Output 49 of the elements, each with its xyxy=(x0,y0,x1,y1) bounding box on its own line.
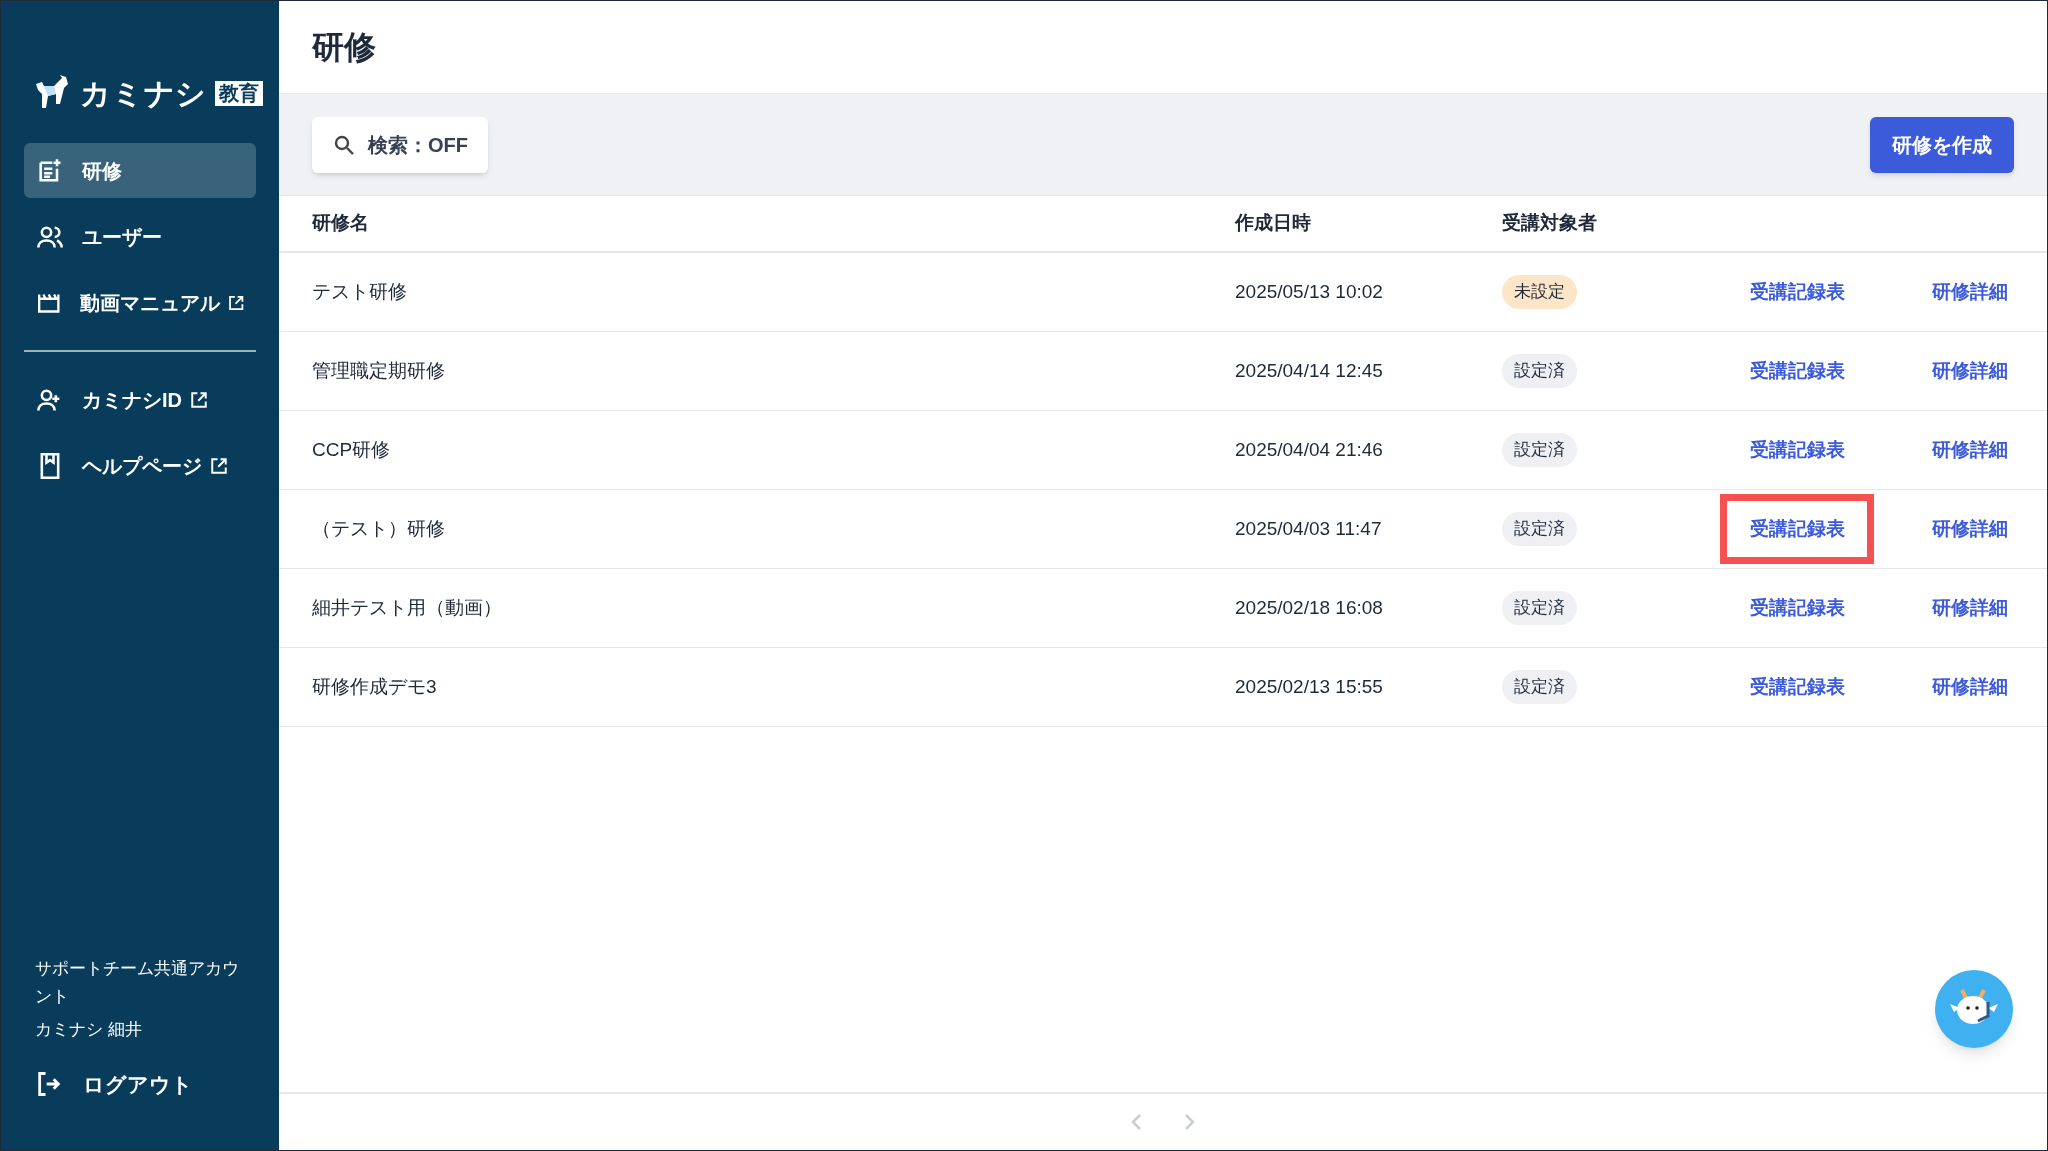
training-detail-link[interactable]: 研修詳細 xyxy=(1931,514,2008,544)
training-name: 研修作成デモ3 xyxy=(312,675,437,697)
logout-button[interactable]: ログアウト xyxy=(35,1068,245,1100)
sidebar-item[interactable]: ヘルプページ xyxy=(24,438,256,493)
training-detail-link[interactable]: 研修詳細 xyxy=(1931,277,2008,307)
training-name: 細井テスト用（動画） xyxy=(312,596,502,618)
created-date: 2025/02/18 16:08 xyxy=(1235,596,1383,618)
attendance-record-link[interactable]: 受講記録表 xyxy=(1720,257,1874,327)
audience-status-badge: 設定済 xyxy=(1502,512,1577,546)
page-title: 研修 xyxy=(312,28,376,67)
attendance-record-link[interactable]: 受講記録表 xyxy=(1720,573,1874,643)
account-team-name: サポートチーム共通アカウント xyxy=(35,958,240,1008)
audience-status-badge: 未設定 xyxy=(1502,275,1577,309)
logo-badge: 教育 xyxy=(215,80,263,106)
training-name: CCP研修 xyxy=(312,438,391,460)
training-name: 管理職定期研修 xyxy=(312,359,445,381)
account-user-name: カミナシ 細井 xyxy=(35,1019,143,1041)
document-plus-icon xyxy=(36,156,64,185)
column-header: 受講対象者 xyxy=(1502,211,1598,236)
training-detail-link[interactable]: 研修詳細 xyxy=(1931,435,2008,465)
column-header: 作成日時 xyxy=(1235,211,1312,236)
attendance-record-link[interactable]: 受講記録表 xyxy=(1720,415,1874,485)
create-training-button[interactable]: 研修を作成 xyxy=(1870,116,2014,173)
audience-status-badge: 設定済 xyxy=(1502,433,1577,467)
search-toggle-button[interactable]: 検索：OFF xyxy=(312,116,488,173)
created-date: 2025/05/13 10:02 xyxy=(1235,280,1383,302)
sidebar-item[interactable]: 研修 xyxy=(24,143,256,198)
logo-wordmark: カミナシ xyxy=(80,75,207,112)
attendance-record-link[interactable]: 受講記録表 xyxy=(1720,336,1874,406)
attendance-record-link[interactable]: 受講記録表 xyxy=(1720,494,1874,564)
training-detail-link[interactable]: 研修詳細 xyxy=(1931,672,2008,702)
sidebar-item[interactable]: カミナシID xyxy=(24,372,256,427)
column-header: 研修名 xyxy=(311,211,370,236)
logout-icon xyxy=(35,1070,63,1099)
chat-support-button[interactable] xyxy=(1935,970,2013,1048)
sidebar-item[interactable]: ユーザー xyxy=(24,209,256,264)
audience-status-badge: 設定済 xyxy=(1502,670,1577,704)
audience-status-badge: 設定済 xyxy=(1502,591,1577,625)
sidebar-item[interactable]: 動画マニュアル xyxy=(24,275,256,330)
audience-status-badge: 設定済 xyxy=(1502,354,1577,388)
training-detail-link[interactable]: 研修詳細 xyxy=(1931,356,2008,386)
created-date: 2025/04/03 11:47 xyxy=(1235,517,1382,539)
created-date: 2025/02/13 15:55 xyxy=(1235,675,1383,697)
attendance-record-link[interactable]: 受講記録表 xyxy=(1720,652,1874,722)
training-name: （テスト）研修 xyxy=(312,517,445,539)
created-date: 2025/04/14 12:45 xyxy=(1235,359,1383,381)
training-detail-link[interactable]: 研修詳細 xyxy=(1931,593,2008,623)
training-name: テスト研修 xyxy=(312,280,407,302)
created-date: 2025/04/04 21:46 xyxy=(1235,438,1383,460)
